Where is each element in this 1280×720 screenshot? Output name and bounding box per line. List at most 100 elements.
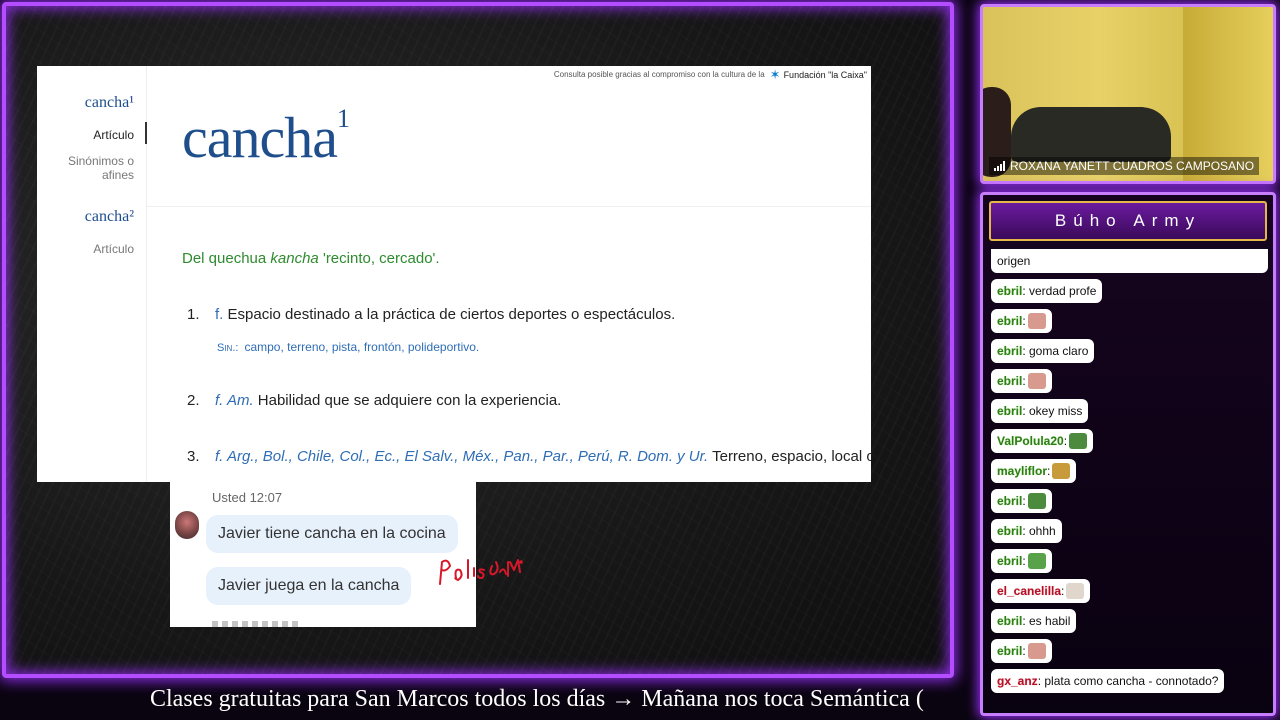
sense-text: Habilidad que se adquiere con la experie… [253,392,562,409]
credit-text: Consulta posible gracias al compromiso c… [553,70,765,79]
frog-emote-icon [1027,493,1046,509]
chat-username[interactable]: ebril [997,374,1022,388]
sidebar-link-synonyms[interactable]: Sinónimos o afines [37,154,134,182]
chat-text: : [1022,644,1026,658]
chat-username[interactable]: ebril [997,644,1022,658]
chat-text: : [1022,494,1026,508]
cat-emote-icon [1066,583,1085,599]
synonyms-line: Sin.: campo, terreno, pista, frontón, pol… [217,340,479,354]
chat-message: ebril : [991,369,1052,393]
handwritten-annotation-polisemia [439,559,523,585]
webcam-chair [1011,107,1171,162]
chat-text: : [1022,554,1026,568]
sidebar-entry-cancha1[interactable]: cancha¹ [85,94,134,112]
chat-text: : [1061,584,1065,598]
message-bubble-1: Javier tiene cancha en la cocina [206,515,458,553]
dictionary-panel: Consulta posible gracias al compromiso c… [37,66,871,482]
chat-text: : okey miss [1022,404,1083,418]
pig-emote-icon [1027,643,1046,659]
chat-username[interactable]: ebril [997,344,1022,358]
dictionary-sidebar: cancha¹ Artículo Sinónimos o afines canc… [37,66,147,482]
chat-message: ebril : [991,639,1052,663]
chat-message: ebril : verdad profe [991,279,1103,303]
sidebar-link-article-2[interactable]: Artículo [93,242,134,256]
chat-message: gx_anz : plata como cancha - connotado? [991,669,1225,693]
chat-username[interactable]: ebril [997,614,1022,628]
chat-username[interactable]: mayliflor [997,464,1047,478]
chat-message: ebril : [991,309,1052,333]
sponsor-credit: Consulta posible gracias al compromiso c… [554,68,867,81]
chat-text: : [1022,374,1026,388]
chat-username[interactable]: gx_anz [997,674,1038,688]
sense-text: Terreno, espacio, local o sitio llano y [712,448,871,465]
sidebar-link-article[interactable]: Artículo [93,128,134,142]
etymology-word: kancha [270,250,319,267]
participant-name: ROXANA YANETT CUADROS CAMPOSANO [1010,159,1255,173]
webcam-name-label: ROXANA YANETT CUADROS CAMPOSANO [989,157,1260,175]
chat-username[interactable]: ebril [997,554,1022,568]
sense-abbr[interactable]: f. Arg., Bol., Chile, Col., Ec., El Salv… [215,448,708,465]
chat-text: : [1063,434,1068,448]
chat-text: : es habil [1022,614,1071,628]
chat-text: origen [997,254,1031,268]
chat-message: origen [991,249,1268,273]
chat-text: : ohhh [1022,524,1056,538]
sense-number: 1. [187,306,200,323]
chat-username[interactable]: ValPolula20 [997,434,1064,448]
headword-superscript: 1 [336,104,350,133]
avatar [175,511,199,539]
chat-text: : plata como cancha - connotado? [1037,674,1219,688]
chat-username[interactable]: ebril [997,524,1022,538]
etymology: Del quechua kancha 'recinto, cercado'. [182,250,440,267]
chat-message: el_canelilla : [991,579,1091,603]
chat-screenshot: Usted 12:07 Javier tiene cancha en la co… [170,481,476,627]
divider [147,206,871,207]
sidebar-entry-cancha2[interactable]: cancha² [85,208,134,226]
synonyms-list[interactable]: campo, terreno, pista, frontón, polidepo… [244,340,479,354]
etymology-suffix: 'recinto, cercado'. [318,250,440,267]
webcam-background [1183,7,1273,181]
chat-text: : goma claro [1022,344,1089,358]
chat-message: ValPolula20 : [991,429,1094,453]
frog-small-emote-icon [1027,553,1046,569]
pig-emote-icon [1027,313,1046,329]
etymology-prefix: Del quechua [182,250,271,267]
signal-icon [994,161,1005,171]
sense-2: 2. f. Am. Habilidad que se adquiere con l… [187,392,561,409]
synonyms-label: Sin.: [217,342,239,354]
chat-text: : [1022,314,1026,328]
chat-username[interactable]: ebril [997,314,1022,328]
sense-text: Espacio destinado a la práctica de ciert… [223,306,676,323]
message-bubble-2: Javier juega en la cancha [206,567,412,605]
sense-number: 2. [187,392,200,409]
message-timestamp: Usted 12:07 [212,490,283,505]
page-title: cancha1 [182,104,350,171]
active-indicator [145,122,147,144]
chat-message: ebril : okey miss [991,399,1089,423]
chat-username[interactable]: ebril [997,404,1022,418]
chat-message: ebril : [991,549,1052,573]
chat-username[interactable]: ebril [997,494,1022,508]
chat-message: ebril : es habil [991,609,1077,633]
chat-text: : verdad profe [1022,284,1097,298]
star-logo-icon: ✶ [769,67,781,82]
webcam-feed: ROXANA YANETT CUADROS CAMPOSANO [980,4,1276,184]
frog-emote-icon [1069,433,1088,449]
chat-title: Búho Army [989,201,1267,241]
sense-abbr[interactable]: f. Am. [215,392,254,409]
chat-message: ebril : goma claro [991,339,1095,363]
dog-emote-icon [1052,463,1071,479]
caixa-logo: ✶ Fundación "la Caixa" [770,68,867,81]
news-ticker: Clases gratuitas para San Marcos todos l… [150,686,924,712]
credit-brand: Fundación "la Caixa" [783,69,867,80]
live-chat-panel: Búho Army origen ebril : verdad profe ebri… [980,192,1276,716]
sense-1: 1. f. Espacio destinado a la práctica de … [187,306,675,323]
chat-text: : [1047,464,1051,478]
headword-text: cancha [182,105,338,170]
chat-message: ebril : ohhh [991,519,1062,543]
chat-message: mayliflor : [991,459,1077,483]
chat-message: ebril : [991,489,1052,513]
cut-off-text [212,621,302,627]
chat-username[interactable]: ebril [997,284,1022,298]
chat-username[interactable]: el_canelilla [997,584,1061,598]
